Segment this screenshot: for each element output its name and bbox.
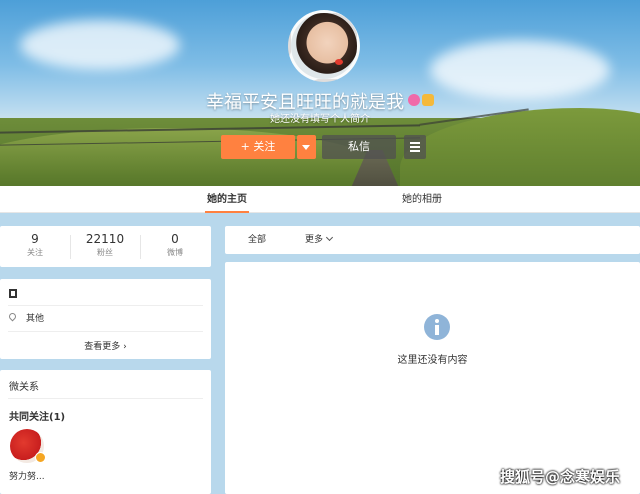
member-badge-icon[interactable]: [408, 94, 420, 106]
profile-cover: 幸福平安且旺旺的就是我 她还没有填写个人简介 + 关注 私信: [0, 0, 640, 186]
common-follow-title[interactable]: 共同关注(1): [9, 408, 65, 423]
message-button[interactable]: 私信: [322, 135, 396, 159]
profile-tabbar: 她的主页 她的相册: [0, 186, 640, 213]
info-panel: 其他 查看更多 ›: [0, 279, 211, 359]
location-row: 其他: [7, 311, 45, 324]
tab-album[interactable]: 她的相册: [400, 186, 444, 213]
stat-label: 微博: [167, 248, 183, 257]
stat-value: 0: [171, 232, 179, 246]
profile-bio: 她还没有填写个人简介: [270, 114, 370, 125]
profile-avatar[interactable]: [288, 10, 360, 82]
more-menu-icon[interactable]: [404, 135, 426, 159]
view-more-link[interactable]: 查看更多 ›: [0, 339, 211, 352]
follow-dropdown-icon[interactable]: [297, 135, 316, 159]
common-follow-name[interactable]: 努力努...: [9, 469, 45, 482]
empty-state-text: 这里还没有内容: [397, 355, 468, 366]
filter-more[interactable]: 更多: [305, 226, 334, 254]
relations-panel: 微关系 共同关注(1) 努力努...: [0, 370, 211, 494]
common-follow-avatar[interactable]: [10, 429, 46, 463]
divider: [8, 331, 203, 332]
tab-home[interactable]: 她的主页: [205, 186, 249, 213]
follow-button[interactable]: + 关注: [221, 135, 295, 159]
stat-posts[interactable]: 0 微博: [140, 232, 210, 258]
feed-panel: 这里还没有内容: [225, 262, 640, 494]
location-text: 其他: [26, 314, 45, 324]
stats-panel: 9 关注 22110 粉丝 0 微博: [0, 226, 211, 267]
chevron-down-icon: [325, 233, 334, 242]
level-badge-icon[interactable]: [422, 94, 434, 106]
stat-following[interactable]: 9 关注: [0, 232, 70, 258]
feed-filter-bar: 全部 更多: [225, 226, 640, 254]
info-icon: [424, 314, 450, 340]
divider: [8, 398, 203, 399]
verified-icon: [35, 452, 46, 463]
watermark: 搜狐号@念寒娱乐: [500, 468, 621, 486]
stat-value: 9: [31, 232, 39, 246]
cloud-decoration: [20, 20, 180, 70]
stat-followers[interactable]: 22110 粉丝: [70, 232, 140, 258]
flag-icon: [9, 289, 17, 298]
divider: [8, 305, 203, 306]
relations-title: 微关系: [9, 382, 39, 393]
stat-label: 关注: [27, 248, 43, 257]
filter-more-label: 更多: [305, 235, 324, 245]
stat-label: 粉丝: [97, 248, 113, 257]
location-pin-icon: [7, 311, 18, 322]
stat-value: 22110: [85, 232, 125, 246]
filter-all[interactable]: 全部: [248, 226, 266, 254]
